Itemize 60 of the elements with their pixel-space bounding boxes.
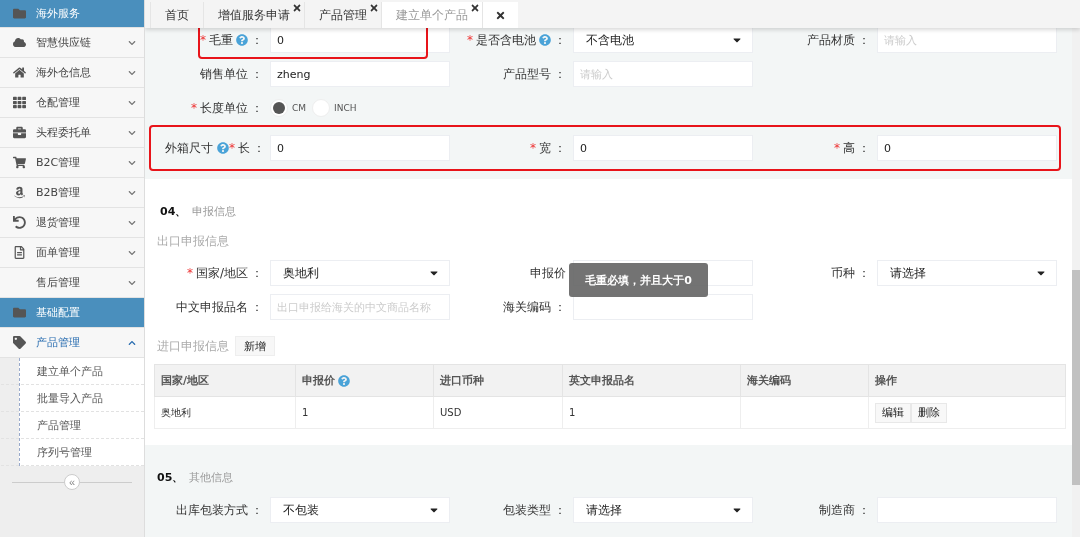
subsection-title: 出口申报信息 — [157, 233, 229, 250]
colon: ： — [554, 501, 566, 519]
colon: ： — [858, 264, 870, 282]
column-header: 国家/地区 — [161, 373, 210, 388]
table-cell: 1 — [562, 396, 741, 429]
field-label: 毛重 — [209, 31, 233, 49]
colon: ： — [251, 31, 263, 49]
section-title: 申报信息 — [192, 203, 237, 219]
colon: ： — [554, 31, 566, 49]
colon: ： — [554, 298, 566, 316]
colon: ： — [858, 139, 870, 157]
field-label: 长 — [238, 139, 250, 157]
required-mark: * — [229, 141, 235, 155]
field-label: 制造商 — [819, 501, 855, 519]
field-label: 国家/地区 — [195, 264, 248, 282]
table-cell: USD — [433, 396, 563, 429]
field-label: 币种 — [831, 264, 855, 282]
field-label: 包装类型 — [503, 501, 551, 519]
required-mark: * — [467, 33, 473, 47]
column-header: 英文申报品名 — [569, 373, 635, 388]
column-header: 申报价 — [302, 373, 335, 388]
table-cell: 1 — [295, 396, 434, 429]
radio-label: CM — [292, 103, 307, 113]
field-label: 销售单位 — [200, 65, 248, 83]
error-toast: 毛重必填，并且大于0 — [569, 263, 708, 297]
section-number: 04、 — [160, 203, 187, 219]
subsection-title: 进口申报信息 — [157, 337, 229, 355]
colon: ： — [554, 139, 566, 157]
field-label: 产品型号 — [503, 65, 551, 83]
required-mark: * — [834, 141, 840, 155]
colon: ： — [554, 65, 566, 83]
group-label: 外箱尺寸 — [165, 139, 213, 157]
column-header: 进口币种 — [440, 373, 484, 388]
colon: ： — [858, 31, 870, 49]
field-label: 申报价 — [530, 264, 566, 282]
column-header: 操作 — [875, 373, 897, 388]
field-label: 产品材质 — [807, 31, 855, 49]
colon: ： — [251, 298, 263, 316]
colon: ： — [251, 99, 263, 117]
field-label: 宽 — [539, 139, 551, 157]
field-label: 出库包装方式 — [176, 501, 248, 519]
section-number: 05、 — [157, 469, 184, 485]
required-mark: * — [186, 266, 193, 280]
radio-label: INCH — [334, 103, 357, 113]
table-cell: 奥地利 — [154, 396, 296, 429]
required-mark: * — [530, 141, 536, 155]
field-label: 高 — [843, 139, 855, 157]
colon: ： — [253, 139, 265, 157]
colon: ： — [251, 264, 263, 282]
field-label: 是否含电池 — [476, 31, 536, 49]
colon: ： — [858, 501, 870, 519]
column-header: 海关编码 — [747, 373, 791, 388]
colon: ： — [251, 65, 263, 83]
field-label: 长度单位 — [200, 99, 248, 117]
required-mark: * — [191, 101, 197, 115]
required-mark: * — [200, 33, 206, 47]
field-label: 海关编码 — [503, 298, 551, 316]
colon: ： — [251, 501, 263, 519]
field-label: 中文申报品名 — [176, 298, 248, 316]
section-title: 其他信息 — [189, 469, 234, 485]
